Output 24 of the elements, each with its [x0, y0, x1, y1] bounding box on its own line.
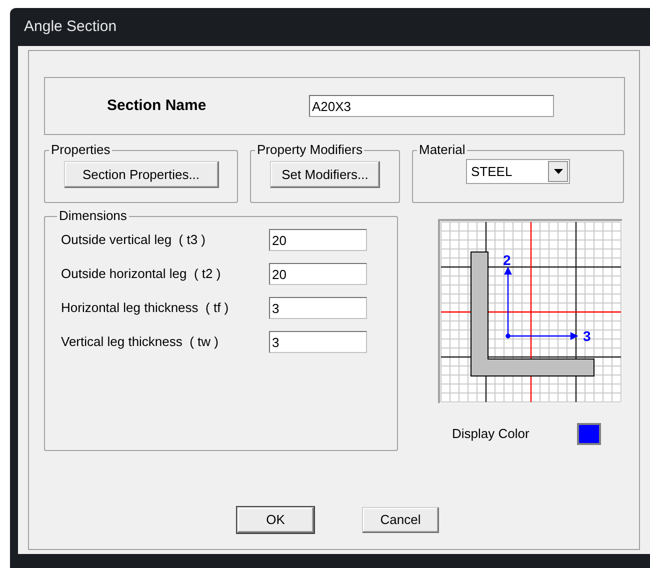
window-title: Angle Section	[24, 16, 117, 37]
color-swatch[interactable]	[577, 423, 601, 445]
display-color-label: Display Color	[452, 425, 530, 444]
dimension-label: Outside vertical leg ( t3 )	[61, 231, 206, 250]
section-name-label: Section Name	[107, 96, 208, 116]
group-title: Properties	[50, 143, 112, 157]
dimension-field[interactable]: 3	[269, 297, 367, 319]
dimension-field[interactable]: 20	[269, 263, 367, 285]
dimension-field[interactable]: 20	[269, 229, 367, 251]
dimension-field[interactable]: 3	[269, 331, 367, 353]
cancel-button[interactable]: Cancel	[362, 507, 439, 533]
dimension-label: Horizontal leg thickness ( tf )	[61, 299, 230, 318]
set-modifiers-button[interactable]: Set Modifiers...	[270, 161, 380, 188]
group-title: Dimensions	[58, 209, 128, 223]
group-title: Material	[418, 143, 466, 157]
material-dropdown[interactable]: STEEL	[466, 159, 570, 184]
section-properties-button[interactable]: Section Properties...	[64, 161, 218, 188]
ok-button[interactable]: OK	[237, 507, 314, 533]
angle-section-diagram: 2 3	[438, 219, 622, 403]
dimension-label: Outside horizontal leg ( t2 )	[61, 265, 222, 284]
dimension-label: Vertical leg thickness ( tw )	[61, 333, 220, 352]
section-name-field[interactable]: A20X3	[309, 95, 554, 117]
material-value: STEEL	[470, 162, 512, 181]
group-title: Property Modifiers	[256, 143, 364, 157]
